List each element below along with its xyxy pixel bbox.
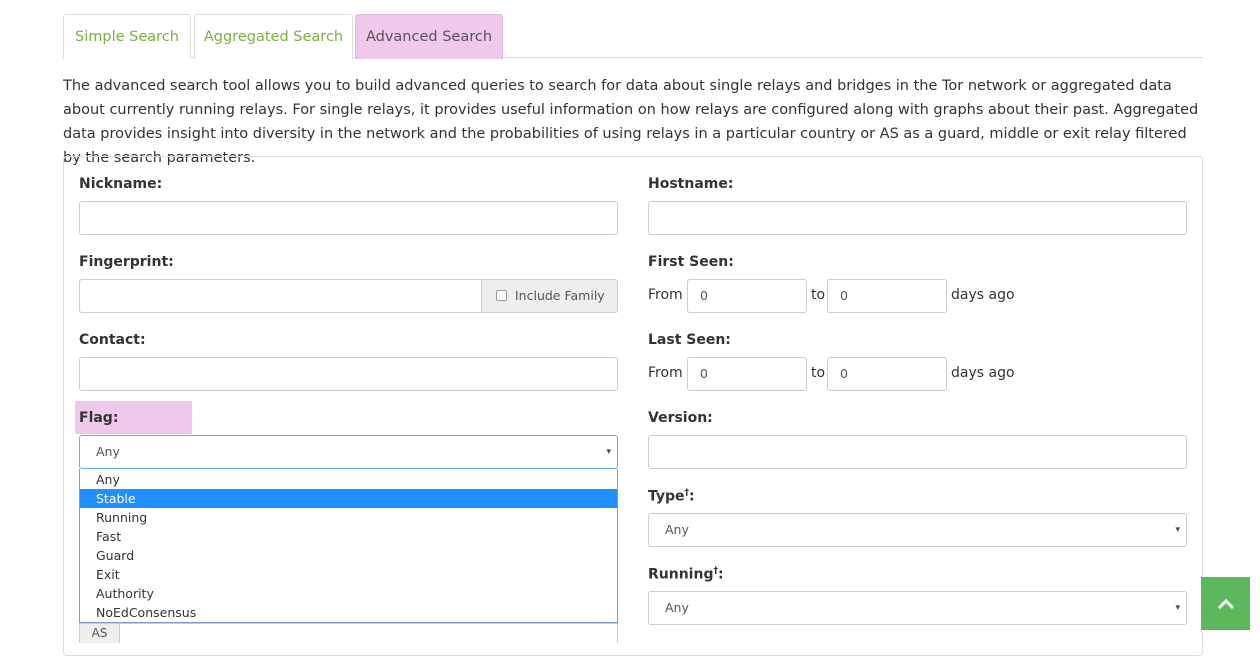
chevron-down-icon: ▾ xyxy=(1175,525,1180,535)
as-addon: AS xyxy=(79,623,120,643)
last-seen-label: Last Seen: xyxy=(648,332,731,348)
version-label: Version: xyxy=(648,410,713,426)
hostname-label: Hostname: xyxy=(648,176,734,192)
last-seen-from-input[interactable]: 0 xyxy=(687,357,807,391)
chevron-down-icon: ▾ xyxy=(1175,603,1180,613)
flag-dropdown-list: Any Stable Running Fast Guard Exit Autho… xyxy=(79,469,618,623)
first-seen-from-label: From xyxy=(648,287,683,303)
type-select-value: Any xyxy=(665,522,689,537)
flag-option-exit[interactable]: Exit xyxy=(80,565,617,584)
flag-label: Flag: xyxy=(79,410,119,426)
first-seen-suffix: days ago xyxy=(951,287,1015,303)
last-seen-to-label: to xyxy=(811,365,826,381)
first-seen-to-label: to xyxy=(811,287,826,303)
fingerprint-input[interactable] xyxy=(79,279,482,313)
running-label: Running†: xyxy=(648,566,724,583)
flag-option-noedconsensus[interactable]: NoEdConsensus xyxy=(80,603,617,622)
type-select[interactable]: Any ▾ xyxy=(648,513,1187,547)
include-family-addon[interactable]: Include Family xyxy=(482,279,618,313)
running-select[interactable]: Any ▾ xyxy=(648,591,1187,625)
flag-select-value: Any xyxy=(96,444,120,459)
first-seen-label: First Seen: xyxy=(648,254,734,270)
first-seen-from-input[interactable]: 0 xyxy=(687,279,807,313)
include-family-label: Include Family xyxy=(515,288,605,303)
chevron-down-icon: ▾ xyxy=(606,447,611,457)
scroll-to-top-button[interactable] xyxy=(1201,577,1250,630)
hostname-input[interactable] xyxy=(648,201,1187,235)
tab-bar: Simple Search Aggregated Search Advanced… xyxy=(63,14,1203,59)
nickname-input[interactable] xyxy=(79,201,618,235)
flag-option-running[interactable]: Running xyxy=(80,508,617,527)
nickname-label: Nickname: xyxy=(79,176,163,192)
flag-option-stable[interactable]: Stable xyxy=(80,489,617,508)
last-seen-to-input[interactable]: 0 xyxy=(827,357,947,391)
flag-option-authority[interactable]: Authority xyxy=(80,584,617,603)
fingerprint-label: Fingerprint: xyxy=(79,254,174,270)
flag-option-guard[interactable]: Guard xyxy=(80,546,617,565)
include-family-checkbox[interactable] xyxy=(496,290,507,301)
contact-label: Contact: xyxy=(79,332,146,348)
last-seen-suffix: days ago xyxy=(951,365,1015,381)
tab-simple-search[interactable]: Simple Search xyxy=(63,14,191,59)
first-seen-to-input[interactable]: 0 xyxy=(827,279,947,313)
chevron-up-icon xyxy=(1217,598,1234,609)
tab-aggregated-search[interactable]: Aggregated Search xyxy=(194,14,353,59)
last-seen-from-label: From xyxy=(648,365,683,381)
tab-advanced-search[interactable]: Advanced Search xyxy=(355,14,503,59)
flag-option-any[interactable]: Any xyxy=(80,470,617,489)
flag-select[interactable]: Any ▾ xyxy=(79,435,618,469)
contact-input[interactable] xyxy=(79,357,618,391)
as-input[interactable] xyxy=(119,623,618,643)
flag-option-fast[interactable]: Fast xyxy=(80,527,617,546)
version-input[interactable] xyxy=(648,435,1187,469)
type-label: Type†: xyxy=(648,488,695,505)
running-select-value: Any xyxy=(665,600,689,615)
